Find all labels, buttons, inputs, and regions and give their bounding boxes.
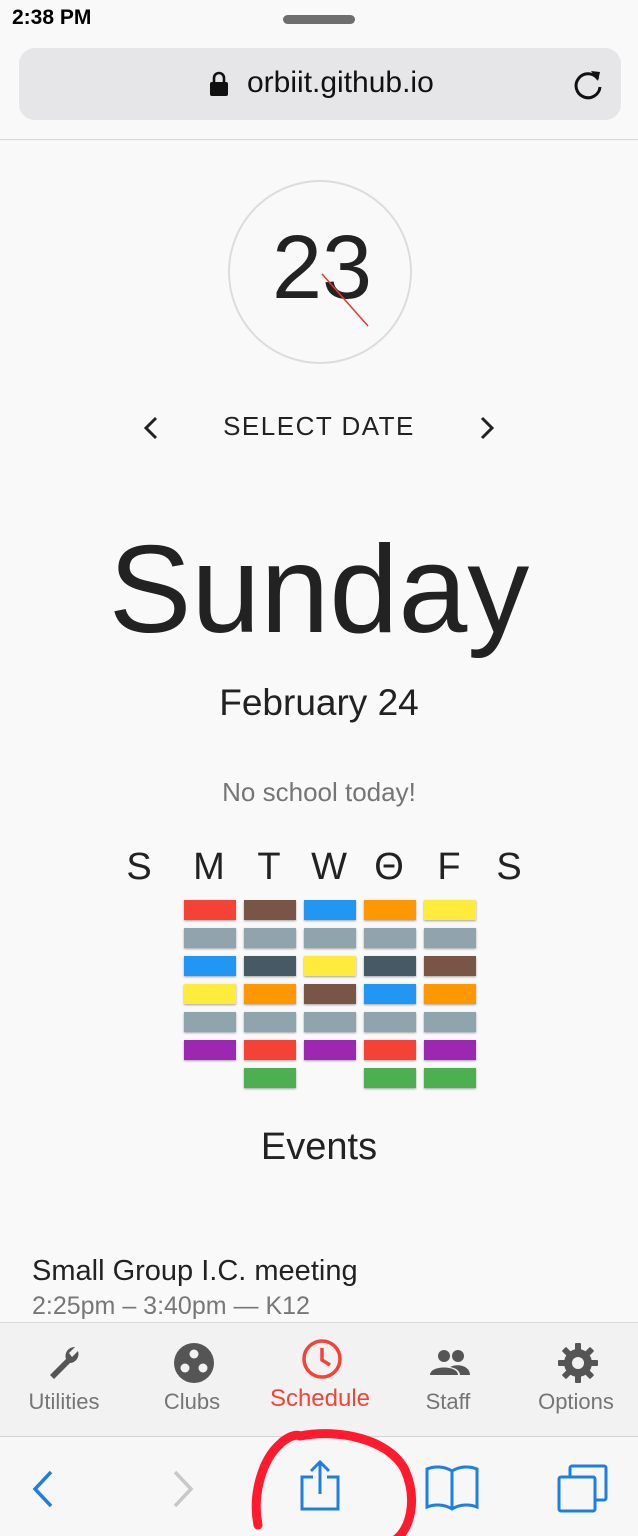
event-item[interactable]: Small Group I.C. meeting 2:25pm – 3:40pm… — [32, 1255, 612, 1321]
status-bar: 2:38 PM — [0, 0, 638, 40]
period-block — [424, 1040, 476, 1060]
date-text: February 24 — [219, 682, 419, 723]
week-schedule-grid — [0, 900, 638, 1090]
period-block — [304, 1040, 356, 1060]
period-block — [304, 956, 356, 976]
status-time: 2:38 PM — [12, 6, 92, 29]
schedule-notice: No school today! — [222, 777, 416, 807]
period-block — [244, 984, 296, 1004]
week-letter: Θ — [374, 846, 404, 888]
week-day-letters: S M T W Θ F S — [109, 846, 539, 894]
tab-options[interactable]: Options — [512, 1323, 638, 1437]
bookmarks-icon[interactable] — [424, 1463, 480, 1511]
period-block — [304, 1012, 356, 1032]
reload-icon[interactable] — [571, 68, 605, 102]
period-block — [304, 984, 356, 1004]
period-block — [184, 984, 236, 1004]
period-block — [364, 984, 416, 1004]
event-time: 2:25pm – 3:40pm — K12 — [32, 1292, 310, 1320]
event-title: Small Group I.C. meeting — [32, 1255, 358, 1287]
select-date-button[interactable]: SELECT DATE — [0, 411, 638, 442]
tab-label: Options — [538, 1389, 614, 1414]
period-block — [364, 1068, 416, 1088]
period-countdown: 23 — [228, 180, 412, 364]
period-block — [424, 956, 476, 976]
week-letter: S — [126, 846, 152, 888]
period-block — [184, 1012, 236, 1032]
period-block — [364, 928, 416, 948]
period-block — [304, 928, 356, 948]
period-block — [364, 1040, 416, 1060]
clubs-icon — [174, 1343, 214, 1383]
week-letter: T — [257, 846, 281, 888]
period-block — [244, 1040, 296, 1060]
tab-staff[interactable]: Staff — [384, 1323, 512, 1437]
url-text: orbiit.github.io — [247, 66, 434, 99]
tab-label: Staff — [425, 1389, 471, 1414]
app-tab-bar: Utilities Clubs Schedule Staff Options — [0, 1322, 638, 1436]
week-letter: F — [437, 846, 461, 888]
tab-label: Schedule — [269, 1385, 371, 1412]
period-block — [244, 900, 296, 920]
week-letter: S — [496, 846, 522, 888]
tab-schedule[interactable]: Schedule — [256, 1323, 384, 1437]
lock-icon — [210, 71, 228, 96]
gear-icon — [558, 1343, 598, 1383]
period-block — [244, 928, 296, 948]
tab-utilities[interactable]: Utilities — [0, 1323, 128, 1437]
period-block — [424, 1068, 476, 1088]
browser-toolbar — [0, 1436, 638, 1536]
week-letter: W — [311, 846, 347, 888]
period-block — [184, 956, 236, 976]
chevron-right-icon[interactable] — [474, 413, 500, 443]
period-block — [424, 928, 476, 948]
period-block — [424, 984, 476, 1004]
tab-label: Clubs — [163, 1389, 221, 1414]
period-block — [244, 956, 296, 976]
clock-icon — [302, 1339, 342, 1379]
date-selector: SELECT DATE — [0, 405, 638, 451]
period-block — [424, 1012, 476, 1032]
back-icon[interactable] — [30, 1469, 56, 1509]
period-block — [364, 956, 416, 976]
wrench-icon — [50, 1346, 79, 1379]
period-block — [244, 1068, 296, 1088]
people-icon — [430, 1350, 470, 1375]
period-block — [364, 900, 416, 920]
period-block — [184, 900, 236, 920]
period-block — [184, 928, 236, 948]
top-divider — [0, 139, 638, 140]
period-block — [424, 900, 476, 920]
period-block — [184, 1040, 236, 1060]
day-name: Sunday — [108, 521, 530, 659]
tabs-icon[interactable] — [556, 1463, 610, 1513]
period-block — [364, 1012, 416, 1032]
forward-icon[interactable] — [170, 1469, 196, 1509]
tab-label: Utilities — [28, 1389, 100, 1414]
week-letter: M — [193, 846, 225, 888]
period-block — [244, 1012, 296, 1032]
countdown-progress-line — [321, 273, 369, 327]
events-heading: Events — [260, 1126, 378, 1168]
share-icon[interactable] — [298, 1459, 342, 1513]
address-bar[interactable]: orbiit.github.io — [19, 48, 621, 120]
tab-clubs[interactable]: Clubs — [128, 1323, 256, 1437]
tab-grabber[interactable] — [283, 15, 355, 24]
period-block — [304, 900, 356, 920]
